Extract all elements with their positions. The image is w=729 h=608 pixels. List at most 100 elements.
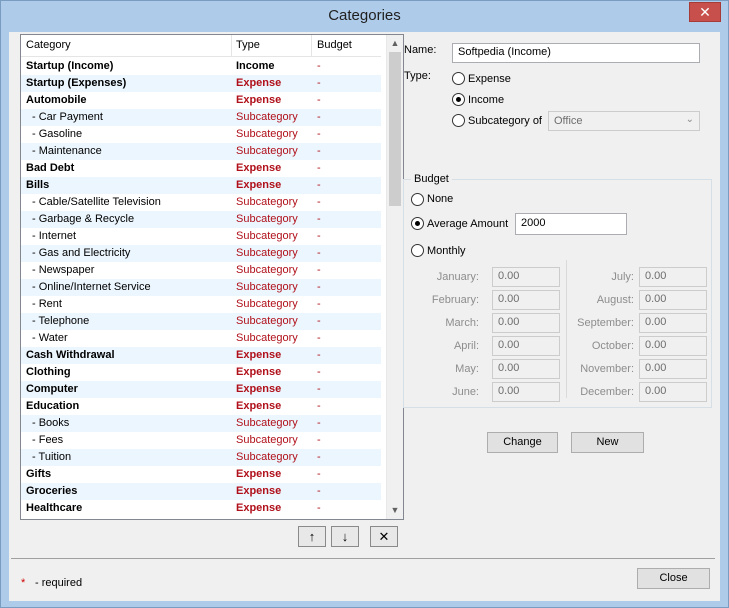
list-item[interactable]: Clothing Expense -: [21, 364, 381, 381]
month-label: January:: [436, 271, 479, 283]
category-type: Expense: [236, 485, 282, 497]
new-button[interactable]: New: [571, 432, 644, 453]
category-type: Subcategory: [236, 315, 298, 327]
type-expense-label[interactable]: Expense: [468, 73, 511, 85]
month-amount-input[interactable]: 0.00: [492, 313, 560, 333]
list-item[interactable]: - Tuition Subcategory -: [21, 449, 381, 466]
list-item[interactable]: Groceries Expense -: [21, 483, 381, 500]
average-amount-input[interactable]: 2000: [515, 213, 627, 235]
category-name: - Cable/Satellite Television: [32, 196, 161, 208]
budget-monthly-label[interactable]: Monthly: [427, 245, 466, 257]
month-label: June:: [452, 386, 479, 398]
category-type: Subcategory: [236, 145, 298, 157]
month-label: September:: [577, 317, 634, 329]
category-list[interactable]: Category Type Budget Startup (Income) Inc…: [20, 34, 404, 520]
column-divider[interactable]: [311, 35, 312, 57]
month-amount-input[interactable]: 0.00: [492, 359, 560, 379]
move-up-button[interactable]: ↑: [298, 526, 326, 547]
list-item[interactable]: - Fees Subcategory -: [21, 432, 381, 449]
scroll-up-icon[interactable]: ▲: [387, 35, 403, 52]
month-label: October:: [591, 340, 634, 352]
month-amount-input[interactable]: 0.00: [492, 336, 560, 356]
month-amount-input[interactable]: 0.00: [492, 290, 560, 310]
list-item[interactable]: - Garbage & Recycle Subcategory -: [21, 211, 381, 228]
subcategory-select[interactable]: Office ⌄: [548, 111, 700, 131]
category-name: - Fees: [32, 434, 64, 446]
scroll-thumb[interactable]: [389, 52, 401, 206]
list-item[interactable]: Startup (Expenses) Expense -: [21, 75, 381, 92]
category-type: Subcategory: [236, 434, 298, 446]
list-item[interactable]: Education Expense -: [21, 398, 381, 415]
category-budget: -: [317, 332, 321, 344]
categories-window: Categories ✕ Category Type Budget Startu…: [0, 0, 729, 608]
close-button[interactable]: Close: [637, 568, 710, 589]
type-subcategory-label[interactable]: Subcategory of: [468, 115, 542, 127]
month-amount-input[interactable]: 0.00: [639, 336, 707, 356]
list-item[interactable]: - Car Payment Subcategory -: [21, 109, 381, 126]
column-divider[interactable]: [231, 35, 232, 57]
list-item[interactable]: Cash Withdrawal Expense -: [21, 347, 381, 364]
list-item[interactable]: - Newspaper Subcategory -: [21, 262, 381, 279]
column-header-type[interactable]: Type: [236, 39, 260, 51]
list-item[interactable]: - Online/Internet Service Subcategory -: [21, 279, 381, 296]
list-item[interactable]: - Telephone Subcategory -: [21, 313, 381, 330]
category-budget: -: [317, 315, 321, 327]
list-item[interactable]: - Books Subcategory -: [21, 415, 381, 432]
category-type: Subcategory: [236, 213, 298, 225]
list-item[interactable]: Gifts Expense -: [21, 466, 381, 483]
type-income-radio[interactable]: [452, 93, 465, 106]
list-item[interactable]: Bills Expense -: [21, 177, 381, 194]
month-amount-input[interactable]: 0.00: [492, 382, 560, 402]
budget-none-label[interactable]: None: [427, 193, 453, 205]
window-close-icon[interactable]: ✕: [689, 2, 721, 22]
category-name: - Rent: [32, 298, 62, 310]
month-amount-input[interactable]: 0.00: [639, 359, 707, 379]
month-amount-input[interactable]: 0.00: [639, 290, 707, 310]
category-budget: -: [317, 383, 321, 395]
list-item[interactable]: Automobile Expense -: [21, 92, 381, 109]
category-budget: -: [317, 162, 321, 174]
type-expense-radio[interactable]: [452, 72, 465, 85]
month-amount-input[interactable]: 0.00: [639, 382, 707, 402]
type-income-label[interactable]: Income: [468, 94, 504, 106]
month-amount-input[interactable]: 0.00: [639, 267, 707, 287]
category-type: Subcategory: [236, 451, 298, 463]
budget-average-label[interactable]: Average Amount: [427, 218, 508, 230]
budget-average-radio[interactable]: [411, 217, 424, 230]
budget-monthly-radio[interactable]: [411, 244, 424, 257]
category-type: Subcategory: [236, 417, 298, 429]
month-amount-input[interactable]: 0.00: [492, 267, 560, 287]
vertical-scrollbar[interactable]: ▲ ▼: [386, 35, 403, 519]
list-item[interactable]: - Gas and Electricity Subcategory -: [21, 245, 381, 262]
list-item[interactable]: Computer Expense -: [21, 381, 381, 398]
list-item[interactable]: Startup (Income) Income -: [21, 58, 381, 75]
list-item[interactable]: - Water Subcategory -: [21, 330, 381, 347]
category-budget: -: [317, 60, 321, 72]
column-header-category[interactable]: Category: [26, 39, 71, 51]
category-name: - Garbage & Recycle: [32, 213, 135, 225]
name-input[interactable]: Softpedia (Income): [452, 43, 700, 63]
category-type: Subcategory: [236, 196, 298, 208]
list-item[interactable]: - Maintenance Subcategory -: [21, 143, 381, 160]
budget-none-radio[interactable]: [411, 193, 424, 206]
title-bar[interactable]: Categories ✕: [1, 1, 728, 31]
scroll-down-icon[interactable]: ▼: [387, 502, 403, 519]
list-item[interactable]: - Cable/Satellite Television Subcategory -: [21, 194, 381, 211]
category-budget: -: [317, 298, 321, 310]
list-item[interactable]: - Internet Subcategory -: [21, 228, 381, 245]
category-name: - Telephone: [32, 315, 90, 327]
list-item[interactable]: Bad Debt Expense -: [21, 160, 381, 177]
column-header-budget[interactable]: Budget: [317, 39, 352, 51]
list-item[interactable]: - Rent Subcategory -: [21, 296, 381, 313]
category-name: - Gas and Electricity: [32, 247, 131, 259]
category-budget: -: [317, 230, 321, 242]
month-amount-input[interactable]: 0.00: [639, 313, 707, 333]
list-item[interactable]: - Gasoline Subcategory -: [21, 126, 381, 143]
type-subcategory-radio[interactable]: [452, 114, 465, 127]
move-down-button[interactable]: ↓: [331, 526, 359, 547]
list-item[interactable]: Healthcare Expense -: [21, 500, 381, 517]
category-type: Subcategory: [236, 111, 298, 123]
delete-button[interactable]: ✕: [370, 526, 398, 547]
change-button[interactable]: Change: [487, 432, 558, 453]
category-type: Expense: [236, 400, 282, 412]
